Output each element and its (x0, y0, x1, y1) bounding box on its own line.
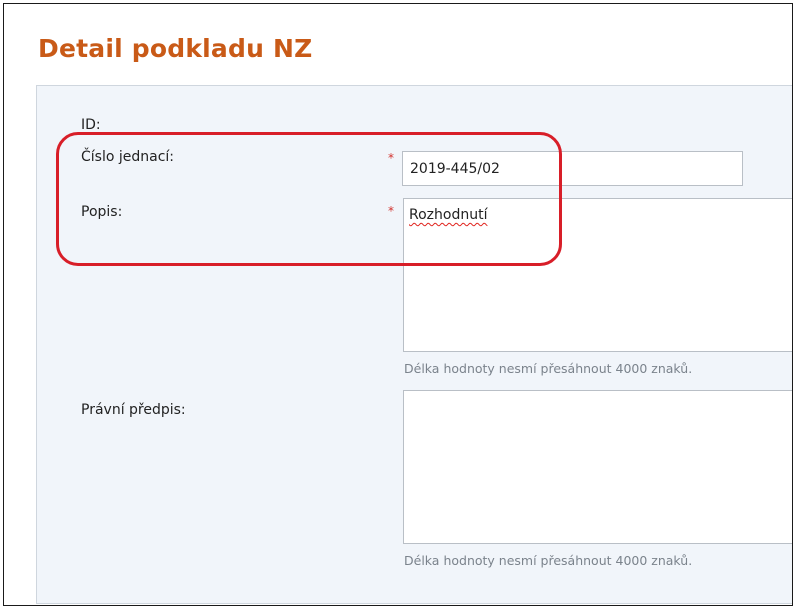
case-number-input[interactable]: 2019-445/02 (402, 151, 743, 186)
description-required-mark: * (388, 204, 394, 218)
legal-regulation-label: Právní předpis: (81, 402, 186, 418)
description-label: Popis: (81, 204, 123, 220)
description-length-hint: Délka hodnoty nesmí přesáhnout 4000 znak… (404, 361, 693, 376)
case-number-required-mark: * (388, 151, 394, 165)
description-textarea[interactable]: Rozhodnutí (403, 198, 792, 352)
case-number-label: Číslo jednací: (81, 149, 175, 165)
description-value: Rozhodnutí (409, 207, 488, 223)
page-title: Detail podkladu NZ (38, 34, 313, 63)
legal-regulation-textarea[interactable] (403, 390, 792, 544)
window-frame: Detail podkladu NZ ID: Číslo jednací: * … (3, 3, 793, 606)
legal-regulation-length-hint: Délka hodnoty nesmí přesáhnout 4000 znak… (404, 553, 693, 568)
id-label: ID: (81, 117, 101, 133)
